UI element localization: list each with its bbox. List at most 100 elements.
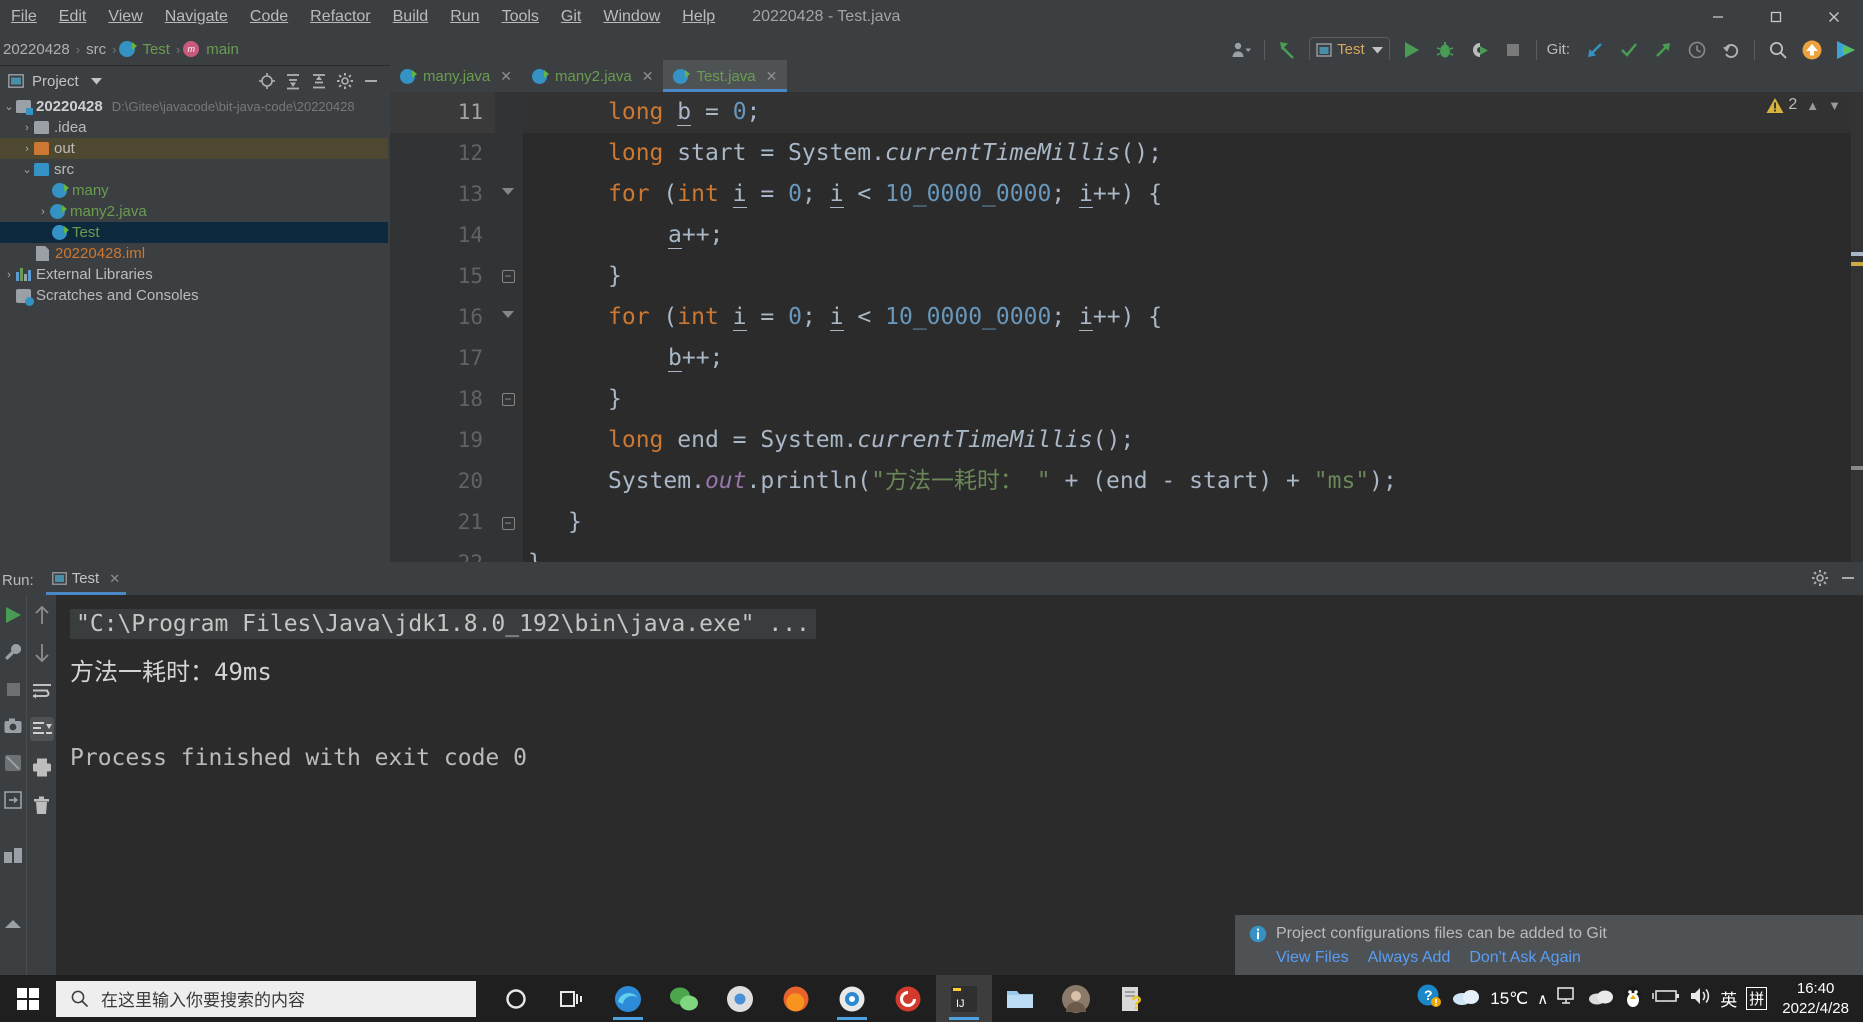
firefox-icon[interactable]	[768, 975, 824, 1022]
tab-close-icon[interactable]: ✕	[642, 68, 654, 85]
down-arrow-icon[interactable]	[30, 641, 54, 665]
code-line-11[interactable]: long b = 0;	[523, 92, 1863, 133]
run-tab-close-icon[interactable]: ✕	[109, 571, 120, 587]
search-input[interactable]: 在这里输入你要搜索的内容	[56, 980, 476, 1017]
tab-test-java[interactable]: Test.java ✕	[663, 60, 788, 92]
weather-cloud-icon[interactable]	[1451, 985, 1481, 1012]
stop-button[interactable]	[1498, 37, 1528, 63]
menu-refactor[interactable]: Refactor	[299, 0, 381, 33]
code-line-19[interactable]: long end = System.currentTimeMillis();	[523, 420, 1863, 461]
code-line-18[interactable]: }	[523, 379, 1863, 420]
network-icon[interactable]	[1557, 986, 1579, 1011]
wrench-icon[interactable]	[1, 640, 25, 664]
settings-icon[interactable]	[1811, 569, 1829, 592]
code-line-21[interactable]: }	[523, 502, 1863, 543]
history-icon[interactable]	[1682, 37, 1712, 63]
menu-view[interactable]: View	[97, 0, 153, 33]
chevron-up-icon[interactable]: ▲	[1806, 98, 1819, 113]
browser-icon[interactable]	[824, 975, 880, 1022]
code-line-20[interactable]: System.out.println("方法一耗时： " + (end - st…	[523, 461, 1863, 502]
onedrive-icon[interactable]	[1588, 987, 1614, 1010]
idea-icon[interactable]: IJ	[936, 975, 992, 1022]
help-doc-icon[interactable]: ?	[1104, 975, 1160, 1022]
tree-item-scratches[interactable]: Scratches and Consoles	[0, 285, 388, 306]
task-view-icon[interactable]	[544, 975, 600, 1022]
notification-balloon[interactable]: Project configurations files can be adde…	[1235, 915, 1863, 975]
menu-git[interactable]: Git	[550, 0, 592, 33]
ime-mode-indicator[interactable]: 拼	[1746, 987, 1768, 1010]
menu-navigate[interactable]: Navigate	[154, 0, 239, 33]
minimize-button[interactable]	[1689, 0, 1747, 33]
tree-item-test[interactable]: Test	[0, 222, 388, 243]
target-icon[interactable]	[254, 69, 280, 93]
play-gradient-icon[interactable]	[1831, 37, 1861, 63]
collapse-all-icon[interactable]	[306, 69, 332, 93]
music-icon[interactable]	[880, 975, 936, 1022]
notification-link-always-add[interactable]: Always Add	[1368, 949, 1451, 967]
wechat-icon[interactable]	[656, 975, 712, 1022]
tree-item-many2[interactable]: › many2.java	[0, 201, 388, 222]
collapse-up-icon[interactable]	[1, 912, 25, 936]
notification-link-view-files[interactable]: View Files	[1276, 949, 1349, 967]
clock[interactable]: 16:40 2022/4/28	[1782, 979, 1857, 1018]
hide-panel-icon[interactable]	[1839, 569, 1857, 592]
tree-item-out[interactable]: › out	[0, 138, 388, 159]
update-icon[interactable]	[1797, 37, 1827, 63]
code-line-22[interactable]: }	[523, 543, 1863, 562]
expand-arrow-icon[interactable]: ›	[20, 122, 34, 134]
start-button[interactable]	[0, 975, 56, 1022]
close-button[interactable]	[1805, 0, 1863, 33]
notification-link-dont-ask-again[interactable]: Don't Ask Again	[1469, 949, 1581, 967]
explorer-icon[interactable]	[992, 975, 1048, 1022]
run-button[interactable]	[1396, 37, 1426, 63]
trash-icon[interactable]	[30, 793, 54, 817]
stop-icon[interactable]	[1, 677, 25, 701]
code-line-17[interactable]: b++;	[523, 338, 1863, 379]
soft-wrap-icon[interactable]	[30, 679, 54, 703]
maximize-button[interactable]	[1747, 0, 1805, 33]
person-icon[interactable]	[1226, 37, 1256, 63]
menu-run[interactable]: Run	[439, 0, 490, 33]
menu-edit[interactable]: Edit	[48, 0, 98, 33]
run-tab-test[interactable]: Test ✕	[45, 565, 127, 595]
volume-icon[interactable]	[1689, 986, 1711, 1011]
chevron-down-icon[interactable]: ▼	[1828, 98, 1841, 113]
git-update-icon[interactable]	[1580, 37, 1610, 63]
edge-icon[interactable]	[600, 975, 656, 1022]
editor-scrollbar[interactable]	[1851, 92, 1863, 562]
breadcrumb-class[interactable]: Test	[139, 41, 173, 58]
menu-help[interactable]: Help	[671, 0, 726, 33]
tray-help-icon[interactable]: ?	[1416, 983, 1442, 1014]
tab-many2-java[interactable]: many2.java ✕	[522, 60, 663, 92]
git-push-icon[interactable]	[1648, 37, 1678, 63]
export-icon[interactable]	[1, 788, 25, 812]
tray-expand-chevron-icon[interactable]: ∧	[1537, 990, 1548, 1008]
tree-item-iml[interactable]: 20220428.iml	[0, 243, 388, 264]
expand-all-icon[interactable]	[280, 69, 306, 93]
run-with-coverage-button[interactable]	[1464, 37, 1494, 63]
code-content[interactable]: long b = 0; long start = System.currentT…	[523, 92, 1863, 562]
up-arrow-icon[interactable]	[30, 603, 54, 627]
inspection-status[interactable]: 2 ▲ ▼	[1766, 96, 1841, 114]
fold-end-2[interactable]: −	[499, 390, 517, 408]
git-commit-icon[interactable]	[1614, 37, 1644, 63]
settings-icon[interactable]	[332, 69, 358, 93]
scroll-to-end-icon[interactable]	[29, 717, 54, 741]
tab-many-java[interactable]: many.java ✕	[390, 60, 522, 92]
project-tree[interactable]: ⌄ 20220428 D:\Gitee\javacode\bit-java-co…	[0, 96, 388, 566]
menu-build[interactable]: Build	[382, 0, 440, 33]
fold-end-method[interactable]: −	[499, 514, 517, 532]
print-icon[interactable]	[30, 755, 54, 779]
menu-tools[interactable]: Tools	[491, 0, 550, 33]
menu-window[interactable]: Window	[592, 0, 671, 33]
breadcrumb-project[interactable]: 20220428	[0, 41, 73, 58]
code-editor[interactable]: 11 12 13 14 15 16 17 18 19 20 21 22 − − …	[390, 92, 1863, 562]
expand-arrow-icon[interactable]: ›	[36, 206, 50, 218]
cortana-icon[interactable]	[488, 975, 544, 1022]
user-icon[interactable]	[1048, 975, 1104, 1022]
qq-icon[interactable]	[1623, 984, 1643, 1013]
layout-icon[interactable]	[1, 843, 25, 867]
tree-item-project[interactable]: ⌄ 20220428 D:\Gitee\javacode\bit-java-co…	[0, 96, 388, 117]
breadcrumb-folder[interactable]: src	[83, 41, 109, 58]
run-configuration-selector[interactable]: Test	[1309, 37, 1390, 62]
